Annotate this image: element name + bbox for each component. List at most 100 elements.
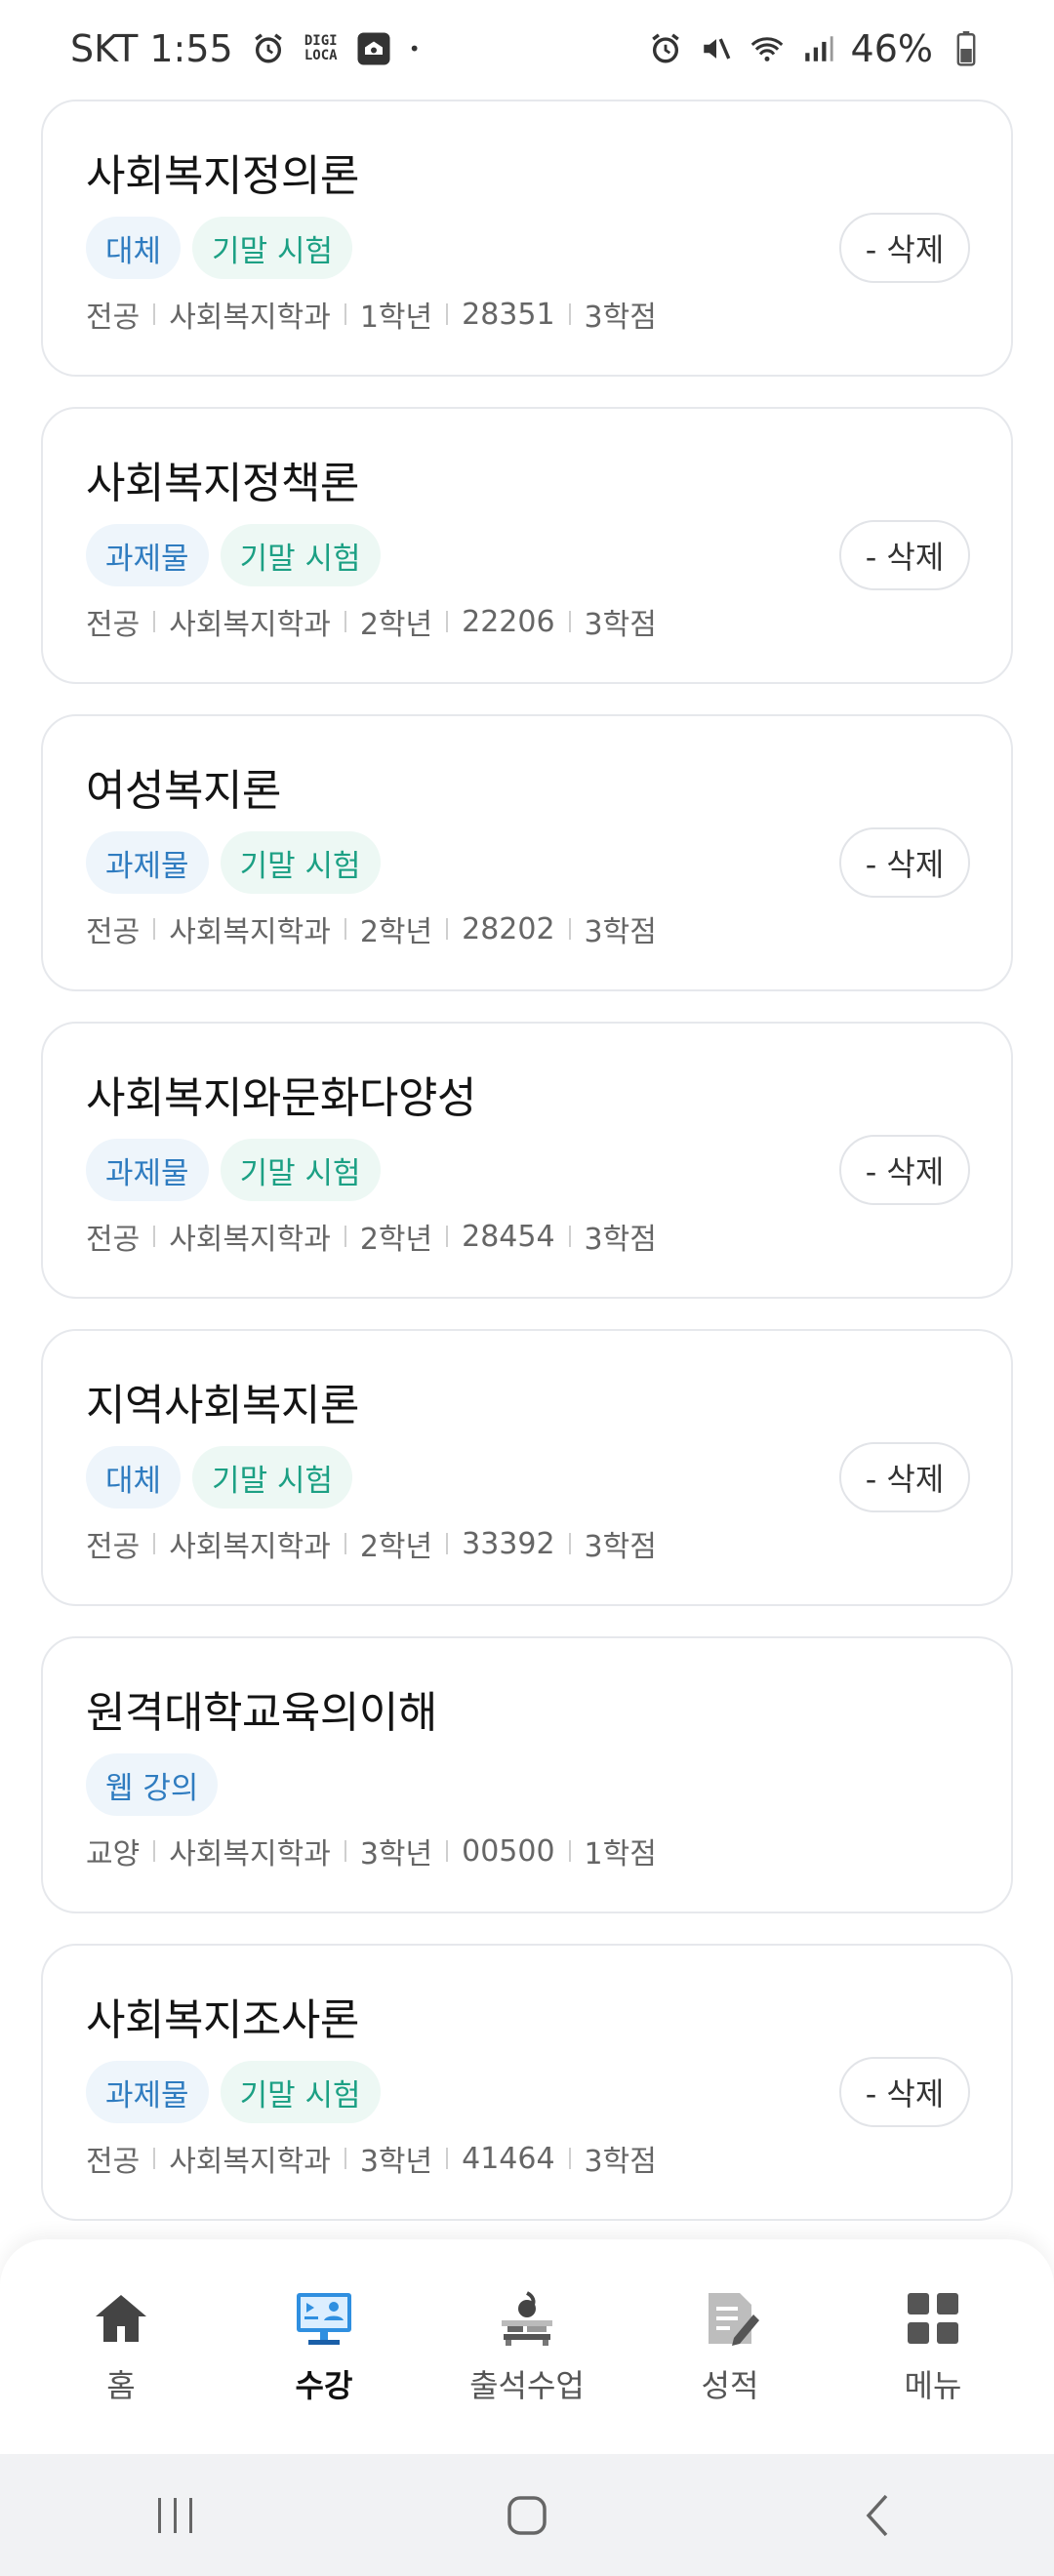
course-card[interactable]: 여성복지론 과제물 기말 시험 전공 사회복지학과 2학년 28202 3학점 - 삭제 bbox=[41, 714, 1013, 991]
nav-label-attendance: 출석수업 bbox=[469, 2367, 585, 2404]
course-type: 전공 bbox=[86, 915, 141, 949]
course-card[interactable]: 사회복지정의론 대체 기말 시험 전공 사회복지학과 1학년 28351 3학점 - 삭제 bbox=[41, 100, 1013, 377]
meta-divider bbox=[446, 611, 449, 632]
course-tags: 대체 기말 시험 bbox=[86, 1446, 352, 1509]
course-dept: 사회복지학과 bbox=[169, 301, 331, 335]
course-tags: 웹 강의 bbox=[86, 1753, 219, 1816]
course-code: 41464 bbox=[462, 2141, 555, 2176]
meta-divider bbox=[568, 2148, 571, 2169]
alarm-icon bbox=[648, 31, 683, 66]
meta-divider bbox=[446, 2148, 449, 2169]
course-tags: 과제물 기말 시험 bbox=[86, 524, 381, 586]
home-icon bbox=[96, 2295, 146, 2342]
delete-course-button[interactable]: - 삭제 bbox=[839, 2057, 970, 2127]
meta-divider bbox=[446, 1840, 449, 1862]
course-title: 사회복지정의론 bbox=[86, 151, 359, 201]
meta-divider bbox=[446, 918, 449, 940]
course-code: 33392 bbox=[462, 1526, 555, 1561]
back-system-button[interactable] bbox=[820, 2472, 937, 2559]
attendance-class-icon bbox=[502, 2291, 552, 2346]
meta-divider bbox=[568, 1533, 571, 1554]
course-year: 3학년 bbox=[359, 2145, 433, 2179]
meta-divider bbox=[568, 1840, 571, 1862]
course-card[interactable]: 사회복지정책론 과제물 기말 시험 전공 사회복지학과 2학년 22206 3학점 - 삭제 bbox=[41, 407, 1013, 684]
course-tag: 기말 시험 bbox=[220, 524, 381, 586]
nav-item-home[interactable]: 홈 bbox=[23, 2287, 219, 2406]
meta-divider bbox=[344, 303, 346, 325]
course-type: 전공 bbox=[86, 1530, 141, 1564]
course-card[interactable]: 사회복지와문화다양성 과제물 기말 시험 전공 사회복지학과 2학년 28454 3학점 - 삭… bbox=[41, 1022, 1013, 1299]
course-tag: 과제물 bbox=[86, 524, 209, 586]
course-year: 1학년 bbox=[359, 301, 433, 335]
app-notification-icon bbox=[356, 31, 391, 66]
course-tag: 기말 시험 bbox=[220, 831, 381, 894]
course-meta: 전공 사회복지학과 2학년 33392 3학점 bbox=[86, 1522, 657, 1565]
meta-divider bbox=[153, 1533, 156, 1554]
course-meta: 교양 사회복지학과 3학년 00500 1학점 bbox=[86, 1830, 657, 1872]
delete-course-button[interactable]: - 삭제 bbox=[839, 827, 970, 898]
wifi-icon bbox=[750, 31, 785, 66]
meta-divider bbox=[446, 303, 449, 325]
nav-item-attendance[interactable]: 출석수업 bbox=[429, 2287, 625, 2406]
carrier-time: SKT 1:55 bbox=[70, 27, 233, 70]
course-meta: 전공 사회복지학과 3학년 41464 3학점 bbox=[86, 2137, 657, 2180]
course-type: 전공 bbox=[86, 1223, 141, 1257]
bottom-navigation: 홈 수강 출석수업 성적 메뉴 bbox=[0, 2239, 1054, 2454]
course-dept: 사회복지학과 bbox=[169, 915, 331, 949]
home-system-button[interactable] bbox=[468, 2472, 586, 2559]
meta-divider bbox=[568, 303, 571, 325]
course-tag: 과제물 bbox=[86, 1139, 209, 1201]
nav-item-menu[interactable]: 메뉴 bbox=[835, 2287, 1031, 2406]
course-title: 사회복지와문화다양성 bbox=[86, 1073, 476, 1123]
meta-divider bbox=[153, 2148, 156, 2169]
alarm-icon bbox=[251, 31, 286, 66]
course-credits: 3학점 bbox=[584, 2145, 657, 2179]
delete-course-button[interactable]: - 삭제 bbox=[839, 520, 970, 590]
course-card[interactable]: 지역사회복지론대체 기말 시험전공 사회복지학과 2학년 33392 3학점 - 삭제 bbox=[41, 1329, 1013, 1606]
meta-divider bbox=[153, 611, 156, 632]
page: SKT 1:55 DIGI LOCA • 46% 사회복지정의론 대체 기말 시… bbox=[0, 0, 1054, 2576]
course-code: 28202 bbox=[462, 911, 555, 946]
course-meta: 전공 사회복지학과 2학년 28202 3학점 bbox=[86, 907, 657, 950]
meta-divider bbox=[568, 918, 571, 940]
course-credits: 3학점 bbox=[584, 915, 657, 949]
meta-divider bbox=[344, 1533, 346, 1554]
meta-divider bbox=[446, 1533, 449, 1554]
course-tag: 기말 시험 bbox=[192, 1446, 352, 1509]
course-title: 사회복지조사론 bbox=[86, 1995, 359, 2045]
meta-divider bbox=[153, 1840, 156, 1862]
delete-course-button[interactable]: - 삭제 bbox=[839, 213, 970, 283]
system-navigation-bar bbox=[0, 2454, 1054, 2576]
status-bar-left: SKT 1:55 DIGI LOCA • bbox=[70, 27, 421, 70]
course-card[interactable]: 사회복지조사론 과제물 기말 시험 전공 사회복지학과 3학년 41464 3학점 - 삭제 bbox=[41, 1944, 1013, 2221]
nav-item-lectures[interactable]: 수강 bbox=[226, 2287, 422, 2406]
recent-apps-button[interactable] bbox=[117, 2472, 234, 2559]
course-tag: 기말 시험 bbox=[192, 217, 352, 279]
course-title: 지역사회복지론 bbox=[86, 1381, 359, 1430]
notification-dot: • bbox=[408, 37, 421, 60]
meta-divider bbox=[568, 611, 571, 632]
nav-label-grades: 성적 bbox=[701, 2367, 759, 2404]
battery-percent: 46% bbox=[850, 27, 933, 70]
course-title: 여성복지론 bbox=[86, 766, 281, 816]
delete-course-button[interactable]: - 삭제 bbox=[839, 1442, 970, 1512]
course-dept: 사회복지학과 bbox=[169, 2145, 331, 2179]
nav-label-home: 홈 bbox=[106, 2367, 136, 2404]
recent-apps-icon bbox=[158, 2497, 192, 2533]
back-chevron-icon bbox=[866, 2494, 888, 2536]
status-bar: SKT 1:55 DIGI LOCA • 46% bbox=[0, 0, 1054, 98]
course-type: 전공 bbox=[86, 301, 141, 335]
course-dept: 사회복지학과 bbox=[169, 1837, 331, 1872]
course-tag: 웹 강의 bbox=[86, 1753, 219, 1816]
course-credits: 1학점 bbox=[584, 1837, 657, 1872]
course-card[interactable]: 원격대학교육의이해 웹 강의 교양 사회복지학과 3학년 00500 1학점 bbox=[41, 1636, 1013, 1913]
meta-divider bbox=[446, 1226, 449, 1247]
delete-course-button[interactable]: - 삭제 bbox=[839, 1135, 970, 1205]
course-code: 22206 bbox=[462, 604, 555, 639]
course-year: 2학년 bbox=[359, 1223, 433, 1257]
status-bar-right: 46% bbox=[648, 27, 984, 70]
course-dept: 사회복지학과 bbox=[169, 1223, 331, 1257]
nav-item-grades[interactable]: 성적 bbox=[632, 2287, 828, 2406]
course-tag: 기말 시험 bbox=[220, 2061, 381, 2123]
course-title: 사회복지정책론 bbox=[86, 459, 359, 508]
